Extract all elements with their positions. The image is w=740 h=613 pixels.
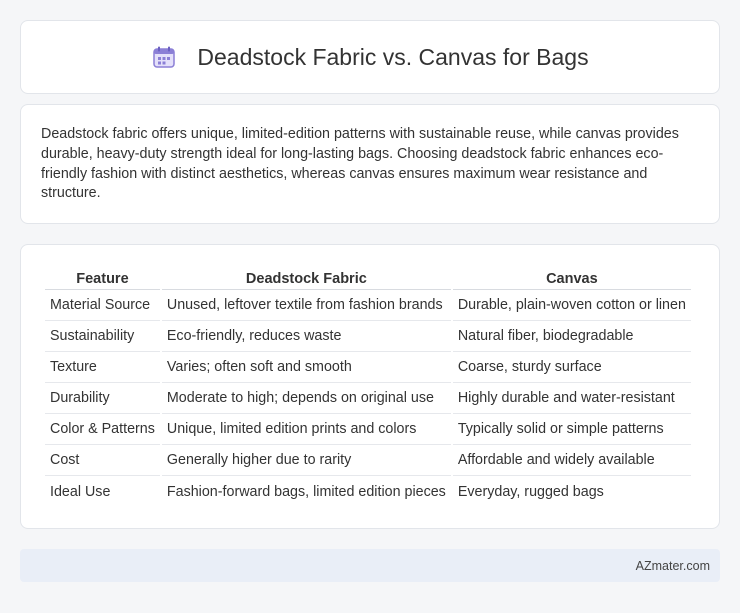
table-row: Color & Patterns Unique, limited edition… (45, 414, 691, 445)
summary-card: Deadstock fabric offers unique, limited-… (20, 104, 720, 224)
table-row: Material Source Unused, leftover textile… (45, 290, 691, 321)
cell-deadstock: Eco-friendly, reduces waste (161, 321, 451, 352)
header-feature: Feature (45, 265, 160, 290)
footer-brand[interactable]: AZmater.com (636, 559, 710, 573)
cell-deadstock: Fashion-forward bags, limited edition pi… (166, 483, 446, 500)
summary-text: Deadstock fabric offers unique, limited-… (41, 126, 679, 202)
cell-feature: Texture (45, 352, 160, 383)
cell-feature: Color & Patterns (45, 414, 160, 445)
cell-canvas: Typically solid or simple patterns (452, 414, 691, 445)
cell-deadstock: Unused, leftover textile from fashion br… (161, 290, 451, 321)
cell-feature: Cost (45, 445, 160, 476)
calendar-icon (153, 46, 176, 68)
cell-deadstock: Moderate to high; depends on original us… (161, 383, 451, 414)
cell-canvas: Everyday, rugged bags (457, 483, 604, 500)
header-canvas: Canvas (452, 265, 691, 290)
cell-feature: Ideal Use (50, 483, 111, 500)
cell-deadstock: Generally higher due to rarity (161, 445, 451, 476)
table-row: Sustainability Eco-friendly, reduces was… (45, 321, 691, 352)
comparison-table: Feature Deadstock Fabric Canvas Material… (43, 265, 693, 507)
footer: AZmater.com (20, 549, 720, 582)
cell-feature: Sustainability (45, 321, 160, 352)
cell-feature: Durability (45, 383, 160, 414)
title-wrap: Deadstock Fabric vs. Canvas for Bags (151, 43, 589, 71)
table-row: Cost Generally higher due to rarity Affo… (45, 445, 691, 476)
cell-canvas: Affordable and widely available (452, 445, 691, 476)
cell-canvas: Highly durable and water-resistant (452, 383, 691, 414)
table-row: Ideal Use Fashion-forward bags, limited … (45, 476, 691, 507)
comparison-card: Feature Deadstock Fabric Canvas Material… (20, 244, 720, 529)
table-row: Durability Moderate to high; depends on … (45, 383, 691, 414)
cell-feature: Material Source (45, 290, 160, 321)
cell-canvas: Durable, plain-woven cotton or linen (452, 290, 691, 321)
cell-deadstock: Varies; often soft and smooth (161, 352, 451, 383)
table-row: Texture Varies; often soft and smooth Co… (45, 352, 691, 383)
page-title: Deadstock Fabric vs. Canvas for Bags (197, 43, 589, 70)
title-card: Deadstock Fabric vs. Canvas for Bags (20, 20, 720, 94)
cell-canvas: Coarse, sturdy surface (452, 352, 691, 383)
cell-canvas: Natural fiber, biodegradable (452, 321, 691, 352)
table-header-row: Feature Deadstock Fabric Canvas (45, 265, 691, 290)
cell-deadstock: Unique, limited edition prints and color… (161, 414, 451, 445)
header-deadstock: Deadstock Fabric (161, 265, 451, 290)
